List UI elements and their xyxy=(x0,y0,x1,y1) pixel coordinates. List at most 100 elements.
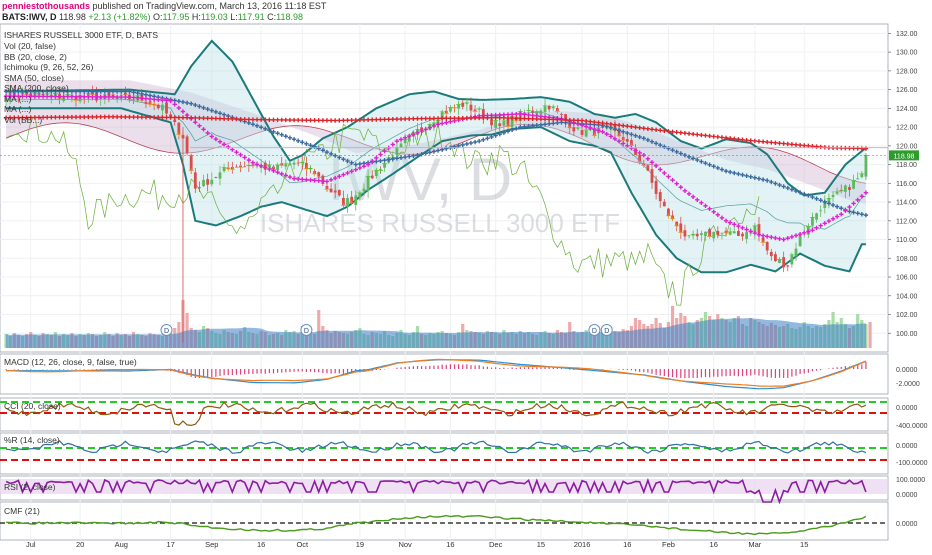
candle-body xyxy=(206,179,210,185)
price-badge-text: 118.98 xyxy=(894,153,915,160)
candle-body xyxy=(214,176,218,178)
x-tick-label: Nov xyxy=(398,540,412,549)
cci-tick-0: 0.0000 xyxy=(896,405,918,412)
ohlc-low: 117.91 xyxy=(237,12,265,22)
signal-marker: + xyxy=(809,213,816,222)
rsi-tick-1: 0.0000 xyxy=(896,492,918,499)
macd-tick-0: 0.0000 xyxy=(896,367,918,374)
y-tick-label: 124.00 xyxy=(896,106,918,113)
dividend-letter: D xyxy=(164,328,169,335)
candle-body xyxy=(202,179,205,187)
candle-body xyxy=(292,162,296,165)
published-text: published on TradingView.com, March 13, … xyxy=(92,1,327,11)
x-tick-label: Feb xyxy=(662,540,675,549)
signal-marker: + xyxy=(727,228,734,237)
ohlc-l-label: L: xyxy=(230,12,238,22)
indicator-label-ma1[interactable]: MA (...) xyxy=(4,94,31,104)
last-price: 118.98 xyxy=(59,12,86,22)
x-tick-label: Oct xyxy=(296,540,309,549)
indicator-label-bb[interactable]: BB (20, close, 2) xyxy=(4,52,67,62)
dividend-marker-1[interactable]: D xyxy=(300,324,313,336)
indicator-label-vol[interactable]: Vol (20, false) xyxy=(4,41,56,51)
dividend-marker-0[interactable]: D xyxy=(160,324,173,336)
candle-body xyxy=(769,251,773,257)
rsi-label[interactable]: RSI (2, close) xyxy=(4,482,56,492)
dividend-letter: D xyxy=(304,328,309,335)
indicator-label-sma200[interactable]: SMA (200, close) xyxy=(4,83,69,93)
main-pane-title: ISHARES RUSSELL 3000 ETF, D, BATS xyxy=(4,30,159,40)
cci-tick-1: -400.0000 xyxy=(896,423,928,430)
candle-body xyxy=(716,230,720,236)
signal-marker: + xyxy=(324,185,331,194)
y-tick-label: 122.00 xyxy=(896,125,918,132)
y-tick-label: 106.00 xyxy=(896,275,918,282)
x-tick-label: 15 xyxy=(800,540,808,549)
signal-marker: + xyxy=(554,107,561,116)
y-tick-label: 120.00 xyxy=(896,143,918,150)
y-tick-label: 132.00 xyxy=(896,31,918,38)
volume-bar xyxy=(868,322,872,348)
x-tick-label: 19 xyxy=(356,540,364,549)
signal-marker: + xyxy=(690,230,697,239)
signal-marker: + xyxy=(357,188,364,197)
signal-marker: + xyxy=(464,99,471,108)
signal-marker: + xyxy=(188,166,195,175)
signal-marker: + xyxy=(311,170,318,179)
ohlc-high: 119.03 xyxy=(200,12,228,22)
indicator-label-ichimoku[interactable]: Ichimoku (9, 26, 52, 26) xyxy=(4,62,93,72)
signal-marker: + xyxy=(752,221,759,230)
ohlc-close: 118.98 xyxy=(276,12,303,22)
candle-body xyxy=(699,233,703,236)
signal-marker: + xyxy=(640,161,647,170)
y-tick-label: 114.00 xyxy=(896,200,917,207)
x-tick-label: 20 xyxy=(76,540,84,549)
indicator-label-volbb[interactable]: Vol (BB...) xyxy=(4,115,42,125)
signal-marker: + xyxy=(229,165,236,174)
signal-marker: + xyxy=(237,163,244,172)
y-tick-label: 128.00 xyxy=(896,68,918,75)
candle-body xyxy=(650,169,654,183)
y-tick-label: 104.00 xyxy=(896,293,918,300)
y-tick-label: 100.00 xyxy=(896,331,918,338)
x-tick-label: Dec xyxy=(489,540,503,549)
ohlc-h-label: H: xyxy=(191,12,201,22)
indicator-label-sma50[interactable]: SMA (50, close) xyxy=(4,73,64,83)
signal-marker: + xyxy=(760,238,767,247)
dividend-marker-2[interactable]: D xyxy=(588,324,601,336)
x-tick-label: 16 xyxy=(446,540,454,549)
y-tick-label: 130.00 xyxy=(896,50,918,57)
candle-body xyxy=(161,104,164,111)
macd-tick-1: -2.0000 xyxy=(896,381,920,388)
x-tick-label: 17 xyxy=(166,540,174,549)
y-tick-label: 102.00 xyxy=(896,312,918,319)
macd-label[interactable]: MACD (12, 26, close, 9, false, true) xyxy=(4,357,137,367)
signal-marker: + xyxy=(365,172,372,181)
x-tick-label: Jul xyxy=(26,540,36,549)
price-badge: 118.98 xyxy=(889,150,919,161)
signal-marker: + xyxy=(176,130,183,139)
candle-body xyxy=(848,187,851,190)
cmf-label[interactable]: CMF (21) xyxy=(4,506,40,516)
x-tick-label: 16 xyxy=(710,540,718,549)
x-tick-label: 16 xyxy=(623,540,631,549)
author-link[interactable]: penniestothousands xyxy=(2,1,90,11)
chart-canvas[interactable]: IWV, DISHARES RUSSELL 3000 ETF++ ++ ++++ ++… xyxy=(0,0,932,550)
candle-body xyxy=(741,233,744,237)
x-tick-label: Mar xyxy=(748,540,761,549)
candle-body xyxy=(165,102,168,114)
y-tick-label: 108.00 xyxy=(896,256,918,263)
wr-tick-0: 0.0000 xyxy=(896,443,918,450)
candle-body xyxy=(819,210,823,212)
dividend-marker-3[interactable]: D xyxy=(600,324,613,336)
signal-marker: + xyxy=(776,255,783,264)
y-tick-label: 110.00 xyxy=(896,237,917,244)
cci-label[interactable]: CCI (20, close) xyxy=(4,401,61,411)
indicator-label-ma2[interactable]: MA (...) xyxy=(4,104,31,114)
signal-marker: + xyxy=(850,176,857,185)
candle-body xyxy=(218,172,222,179)
candle-body xyxy=(210,179,214,185)
candle-body xyxy=(662,201,666,207)
x-tick-label: Sep xyxy=(205,540,218,549)
williams-r-label[interactable]: %R (14, close) xyxy=(4,435,60,445)
candle-body xyxy=(798,234,802,247)
